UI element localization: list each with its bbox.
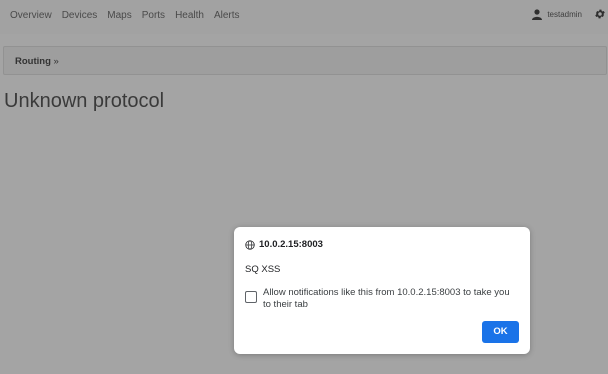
nav-item-devices[interactable]: Devices bbox=[62, 10, 98, 21]
username-label: testadmin bbox=[547, 10, 582, 19]
page-title: Unknown protocol bbox=[4, 90, 165, 112]
gear-icon[interactable] bbox=[594, 8, 606, 20]
nav-item-health[interactable]: Health bbox=[175, 10, 204, 21]
nav-item-maps[interactable]: Maps bbox=[107, 10, 131, 21]
top-navbar: Overview Devices Maps Ports Health Alert… bbox=[0, 0, 608, 34]
globe-icon bbox=[245, 239, 255, 250]
nav-item-ports[interactable]: Ports bbox=[142, 10, 165, 21]
ok-button[interactable]: OK bbox=[482, 321, 519, 343]
breadcrumb: Routing » bbox=[3, 46, 607, 75]
dialog-origin-text: 10.0.2.15:8003 bbox=[259, 239, 323, 250]
nav-item-alerts[interactable]: Alerts bbox=[214, 10, 240, 21]
nav-item-overview[interactable]: Overview bbox=[10, 10, 52, 21]
notification-checkbox[interactable] bbox=[245, 291, 257, 303]
checkbox-label: Allow notifications like this from 10.0.… bbox=[263, 287, 510, 310]
breadcrumb-routing[interactable]: Routing » bbox=[15, 56, 59, 67]
dialog-origin: 10.0.2.15:8003 bbox=[245, 239, 323, 250]
user-menu[interactable]: testadmin bbox=[532, 9, 582, 20]
nav-menu: Overview Devices Maps Ports Health Alert… bbox=[10, 10, 240, 21]
breadcrumb-separator: » bbox=[53, 56, 59, 67]
user-icon bbox=[532, 9, 543, 20]
dialog-checkbox-row[interactable]: Allow notifications like this from 10.0.… bbox=[245, 287, 520, 310]
dialog-message: SQ XSS bbox=[245, 264, 281, 275]
alert-dialog: 10.0.2.15:8003 SQ XSS Allow notification… bbox=[234, 227, 530, 354]
